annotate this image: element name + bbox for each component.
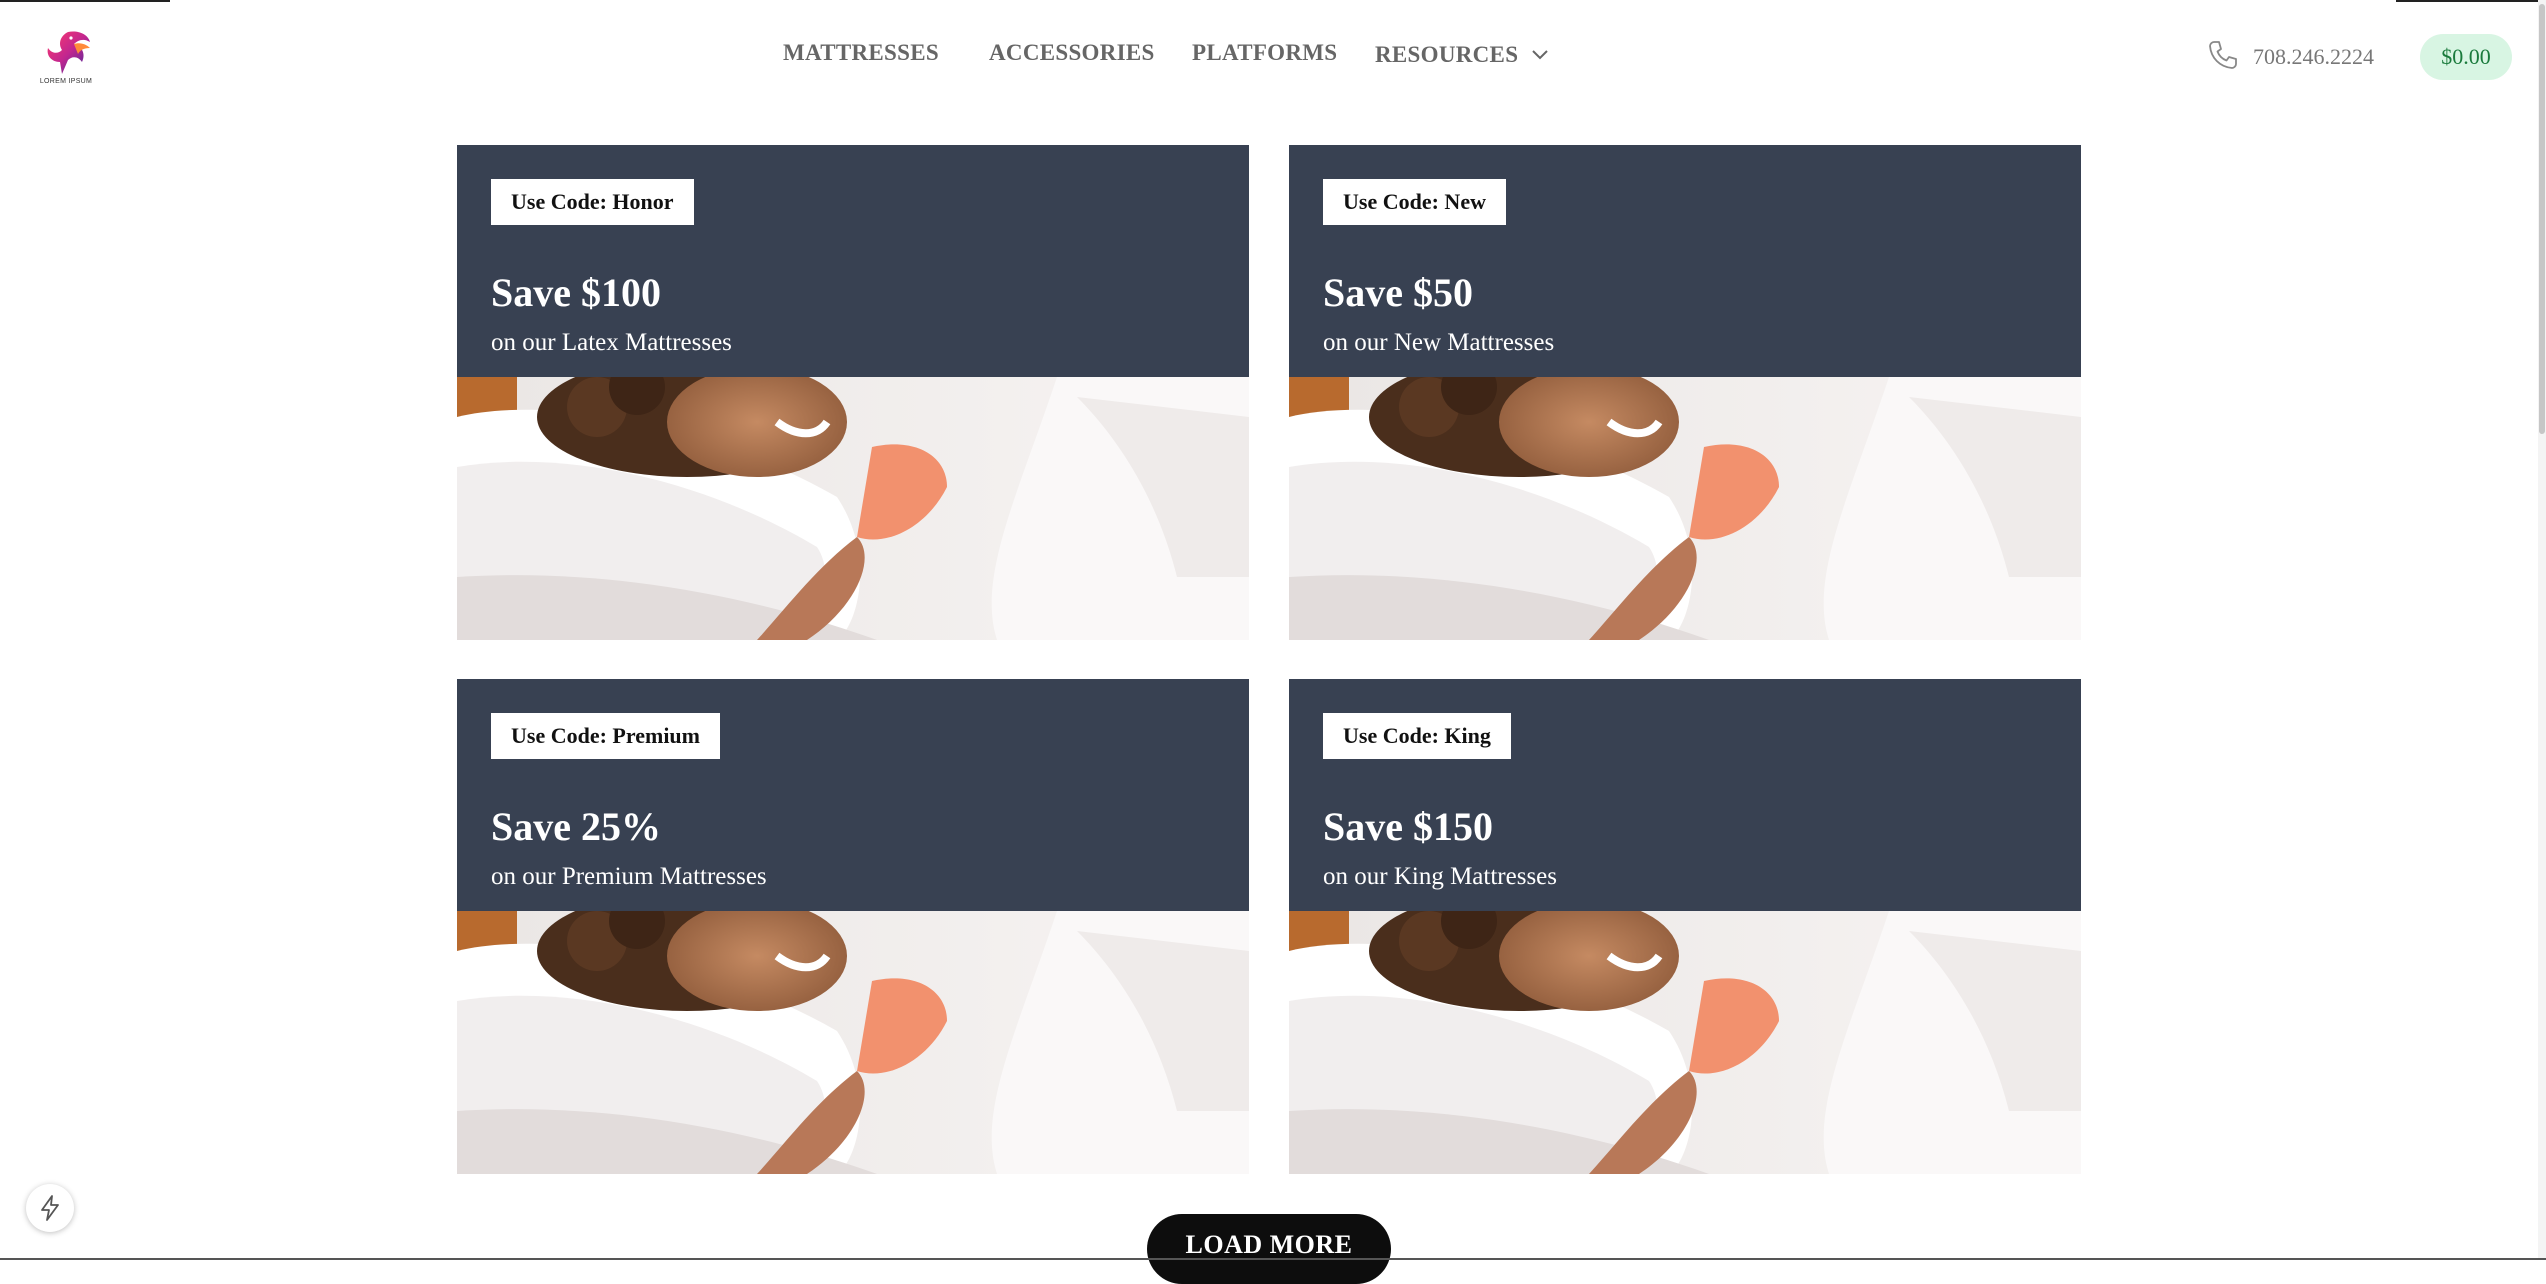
promo-subtitle: on our Latex Mattresses <box>491 329 732 356</box>
nav-item-platforms[interactable]: PLATFORMS <box>1192 40 1337 66</box>
site-header: LOREM IPSUM MATTRESSES ACCESSORIES PLATF… <box>0 0 2546 115</box>
promo-card-header: Use Code: Premium Save 25% on our Premiu… <box>457 679 1249 911</box>
sleeping-woman-photo <box>1289 911 2081 1174</box>
promo-card-honor[interactable]: Use Code: Honor Save $100 on our Latex M… <box>457 145 1249 640</box>
promo-code-badge: Use Code: Premium <box>491 713 720 759</box>
load-more-button[interactable]: LOAD MORE <box>1147 1214 1391 1284</box>
page-scrollbar[interactable] <box>2538 0 2546 1260</box>
promo-card-header: Use Code: Honor Save $100 on our Latex M… <box>457 145 1249 377</box>
promo-card-header: Use Code: New Save $50 on our New Mattre… <box>1289 145 2081 377</box>
sleeping-woman-photo <box>457 911 1249 1174</box>
promo-code-badge: Use Code: Honor <box>491 179 694 225</box>
logo[interactable]: LOREM IPSUM <box>38 28 94 88</box>
scrollbar-thumb[interactable] <box>2539 4 2545 434</box>
promo-code-badge: Use Code: King <box>1323 713 1511 759</box>
promo-card-king[interactable]: Use Code: King Save $150 on our King Mat… <box>1289 679 2081 1174</box>
promo-subtitle: on our King Mattresses <box>1323 863 1557 890</box>
sleeping-woman-photo <box>457 377 1249 640</box>
promo-title: Save $50 <box>1323 270 1473 315</box>
chevron-down-icon <box>1532 40 1549 66</box>
promo-subtitle: on our New Mattresses <box>1323 329 1555 356</box>
phone-icon <box>2207 39 2239 76</box>
promo-card-header: Use Code: King Save $150 on our King Mat… <box>1289 679 2081 911</box>
cart-total-button[interactable]: $0.00 <box>2420 34 2512 80</box>
promo-subtitle: on our Premium Mattresses <box>491 863 767 890</box>
nav-item-accessories[interactable]: ACCESSORIES <box>989 40 1155 66</box>
logo-text: LOREM IPSUM <box>39 78 93 85</box>
promo-card-premium[interactable]: Use Code: Premium Save 25% on our Premiu… <box>457 679 1249 1174</box>
nav-item-resources-label: RESOURCES <box>1375 42 1519 67</box>
lightning-bolt-icon <box>41 1195 59 1221</box>
nav-item-mattresses[interactable]: MATTRESSES <box>783 40 939 66</box>
phone-number: 708.246.2224 <box>2253 44 2374 69</box>
floating-action-button[interactable] <box>26 1184 74 1232</box>
phone-link[interactable]: 708.246.2224 <box>2207 40 2374 74</box>
bird-logo-icon <box>47 31 90 74</box>
promo-card-new[interactable]: Use Code: New Save $50 on our New Mattre… <box>1289 145 2081 640</box>
promo-code-badge: Use Code: New <box>1323 179 1506 225</box>
promo-title: Save $100 <box>491 270 661 315</box>
promo-title: Save 25% <box>491 804 661 849</box>
sleeping-woman-photo <box>1289 377 2081 640</box>
promo-title: Save $150 <box>1323 804 1493 849</box>
nav-item-resources[interactable]: RESOURCES <box>1375 40 1549 68</box>
